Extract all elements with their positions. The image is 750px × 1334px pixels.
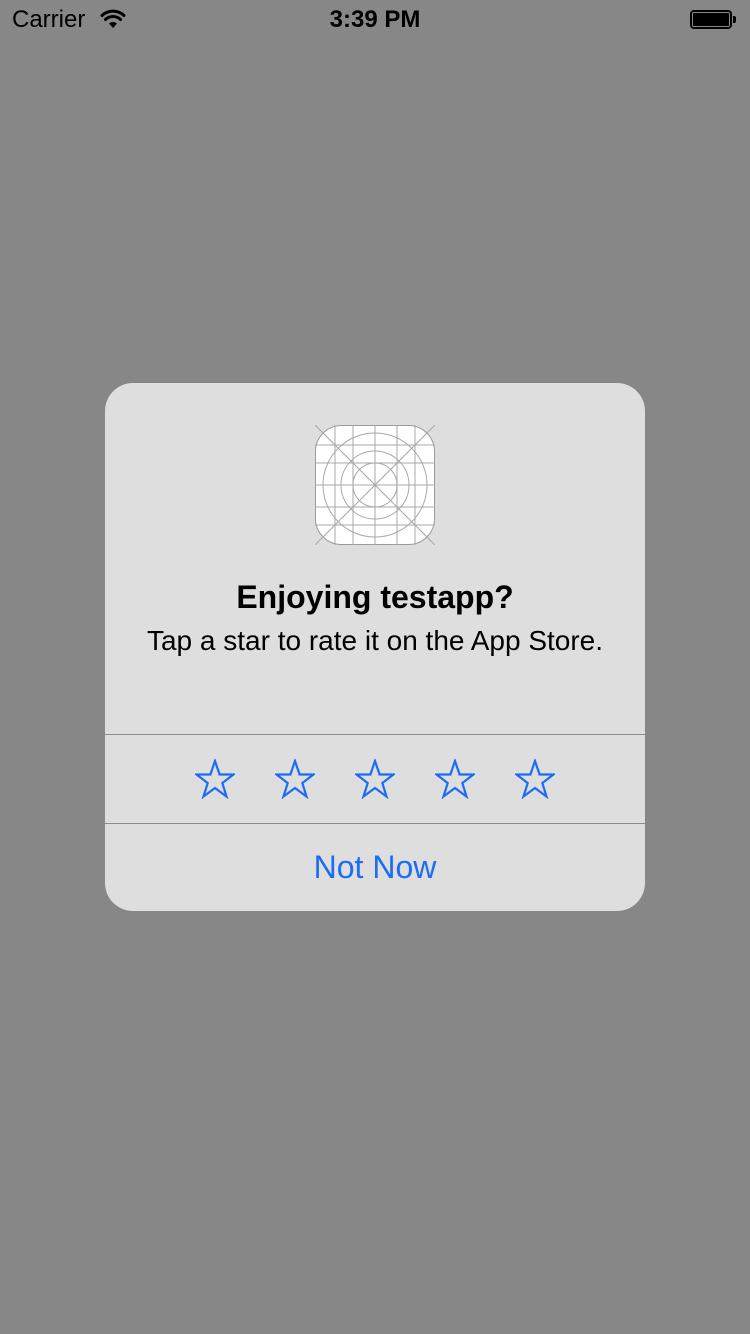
app-icon xyxy=(314,424,436,546)
status-bar: Carrier 3:39 PM xyxy=(0,0,750,40)
clock: 3:39 PM xyxy=(329,6,421,33)
rating-alert: Enjoying testapp? Tap a star to rate it … xyxy=(105,383,645,911)
star-outline-icon xyxy=(515,759,555,799)
not-now-button[interactable]: Not Now xyxy=(105,824,645,911)
star-2-button[interactable] xyxy=(275,759,315,799)
alert-title: Enjoying testapp? xyxy=(236,579,514,615)
star-outline-icon xyxy=(195,759,235,799)
star-3-button[interactable] xyxy=(355,759,395,799)
star-rating-row xyxy=(105,735,645,823)
star-1-button[interactable] xyxy=(195,759,235,799)
star-5-button[interactable] xyxy=(515,759,555,799)
star-outline-icon xyxy=(275,759,315,799)
star-4-button[interactable] xyxy=(435,759,475,799)
alert-message: Tap a star to rate it on the App Store. xyxy=(146,625,604,656)
star-outline-icon xyxy=(355,759,395,799)
star-outline-icon xyxy=(435,759,475,799)
battery-icon xyxy=(690,10,738,31)
